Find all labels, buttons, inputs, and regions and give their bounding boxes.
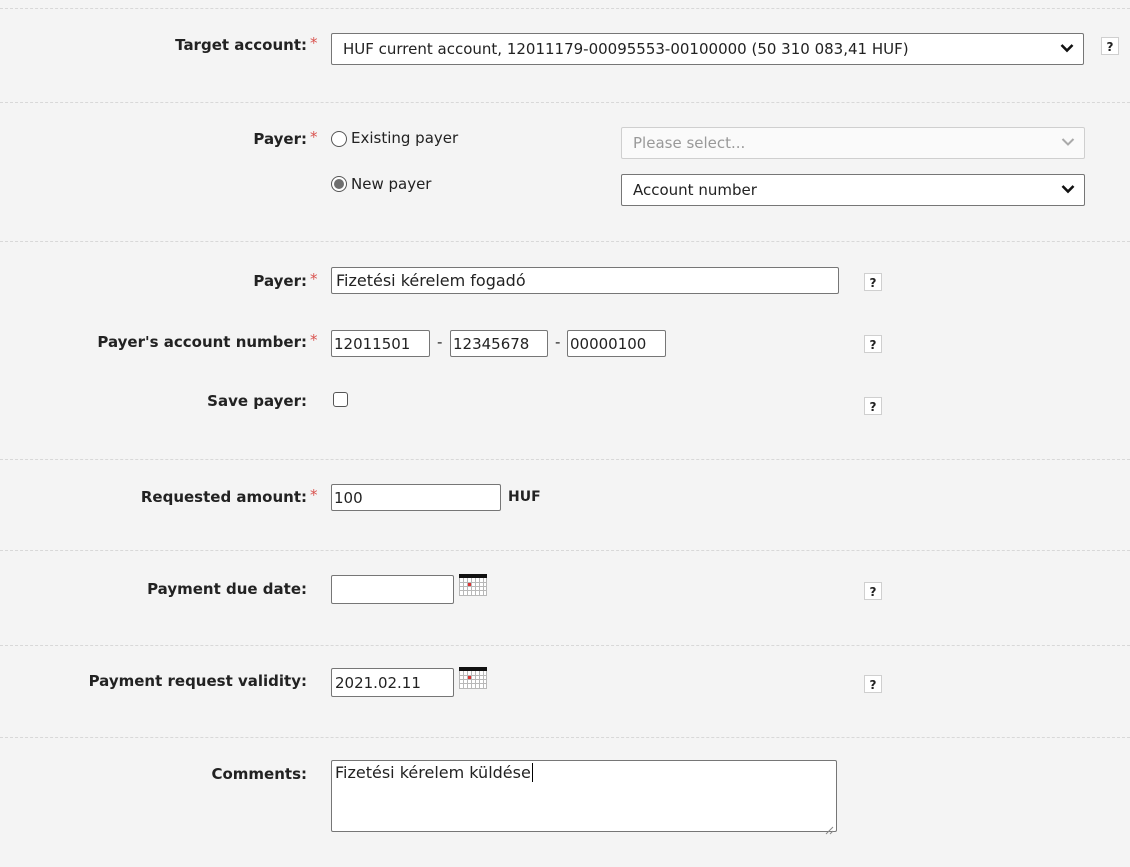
section-divider [0,459,1130,460]
comments-label: Comments: [211,765,307,783]
section-divider [0,550,1130,551]
validity-date-input[interactable]: 2021.02.11 [331,668,454,697]
save-payer-checkbox[interactable] [333,392,348,407]
section-divider [0,241,1130,242]
chevron-down-icon [1061,137,1075,147]
target-account-help-button[interactable]: ? [1101,37,1119,55]
existing-payer-label[interactable]: Existing payer [351,129,458,147]
new-payer-label[interactable]: New payer [351,175,431,193]
account-separator: - [555,333,561,351]
account-number-part3-input[interactable]: 00000100 [567,330,666,357]
new-payer-type-select[interactable]: Account number [621,174,1085,206]
chevron-down-icon [1061,184,1075,194]
section-divider [0,737,1130,738]
payer-name-help-button[interactable]: ? [864,273,882,291]
calendar-icon[interactable] [459,667,487,689]
due-date-help-button[interactable]: ? [864,582,882,600]
required-marker: * [310,34,318,52]
payer-name-input[interactable]: Fizetési kérelem fogadó [331,267,839,294]
chevron-down-icon [1060,43,1074,53]
due-date-input[interactable] [331,575,454,604]
target-account-value: HUF current account, 12011179-00095553-0… [343,40,909,58]
validity-label: Payment request validity: [88,672,307,690]
required-marker: * [310,128,318,146]
validity-help-button[interactable]: ? [864,675,882,693]
payer-account-label: Payer's account number: [97,333,307,351]
new-payer-type-value: Account number [633,181,757,199]
section-divider [0,102,1130,103]
required-marker: * [310,331,318,349]
existing-payer-radio[interactable] [331,131,347,147]
payer-choice-label: Payer: [253,130,307,148]
target-account-label: Target account: [175,36,307,54]
payer-name-label: Payer: [253,272,307,290]
existing-payer-select[interactable]: Please select... [621,127,1085,159]
new-payer-radio[interactable] [331,176,347,192]
currency-label: HUF [508,489,541,505]
required-marker: * [310,270,318,288]
section-divider [0,645,1130,646]
text-cursor [531,763,533,782]
comments-text: Fizetési kérelem küldése [335,763,531,782]
existing-payer-placeholder: Please select... [633,134,746,152]
section-divider [0,8,1130,9]
required-marker: * [310,486,318,504]
target-account-select[interactable]: HUF current account, 12011179-00095553-0… [331,33,1084,65]
account-number-part1-input[interactable]: 12011501 [331,330,430,357]
due-date-label: Payment due date: [147,580,307,598]
resize-handle-icon[interactable] [825,820,834,835]
account-separator: - [437,333,443,351]
save-payer-label: Save payer: [207,392,307,410]
comments-textarea[interactable]: Fizetési kérelem küldése [331,760,837,835]
account-number-part2-input[interactable]: 12345678 [450,330,548,357]
requested-amount-input[interactable]: 100 [331,484,501,511]
payer-account-help-button[interactable]: ? [864,335,882,353]
save-payer-help-button[interactable]: ? [864,397,882,415]
requested-amount-label: Requested amount: [140,488,307,506]
calendar-icon[interactable] [459,574,487,596]
